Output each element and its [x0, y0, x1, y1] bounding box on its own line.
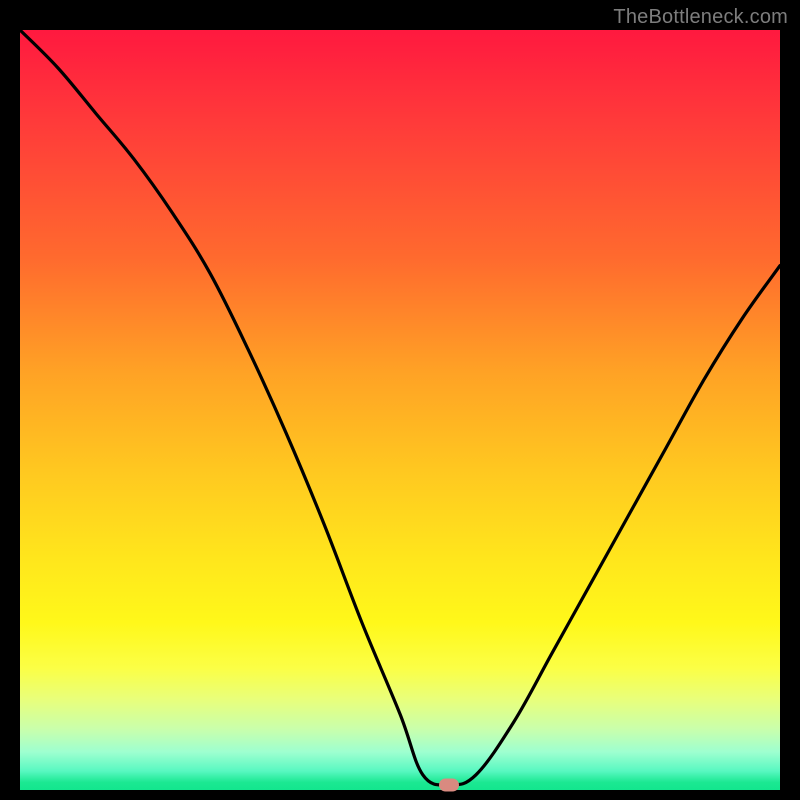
watermark-text: TheBottleneck.com — [613, 6, 788, 29]
optimal-marker — [439, 778, 459, 791]
background-gradient — [20, 30, 780, 790]
chart-frame — [20, 30, 780, 790]
plot-area — [20, 30, 780, 790]
